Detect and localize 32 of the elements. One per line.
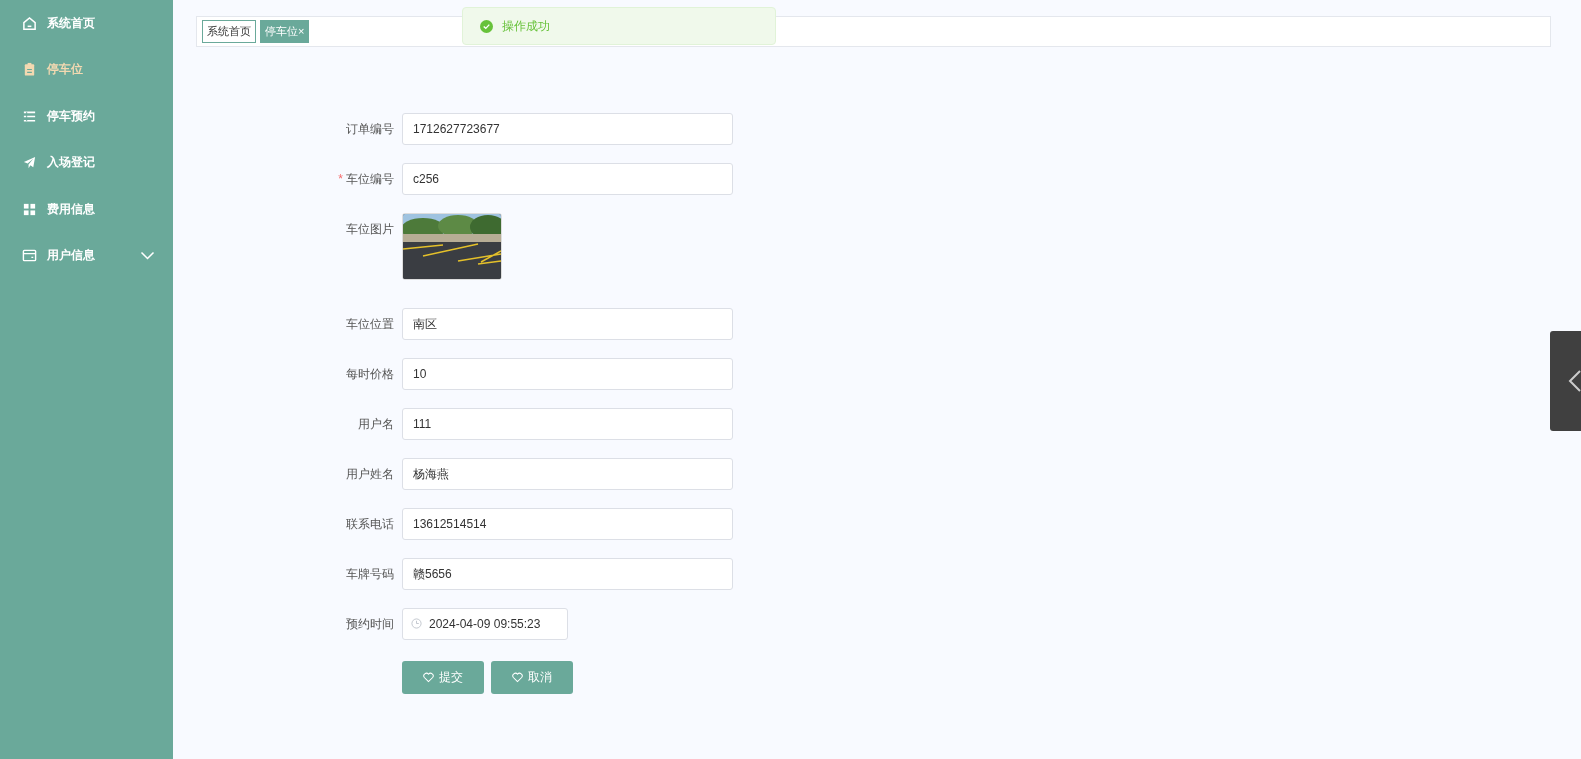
field-label: 用户姓名	[345, 466, 395, 483]
text-field[interactable]: 杨海燕	[402, 458, 733, 490]
check-circle-icon	[480, 19, 493, 33]
text-field[interactable]: 1712627723677	[402, 113, 733, 145]
date-field[interactable]: 2024-04-09 09:55:23	[402, 608, 568, 640]
text-field[interactable]: 13612514514	[402, 508, 733, 540]
chevron-left-icon	[1567, 369, 1581, 393]
field-label: 订单编号	[345, 121, 395, 138]
heart-icon	[423, 672, 434, 683]
heart-icon	[512, 672, 523, 683]
field-label: 用户名	[357, 416, 395, 433]
text-field[interactable]: 10	[402, 358, 733, 390]
tab[interactable]: 系统首页	[202, 20, 256, 43]
home-icon	[22, 15, 37, 31]
text-field[interactable]: 赣5656	[402, 558, 733, 590]
clock-icon	[411, 618, 422, 629]
toast-message: 操作成功	[502, 17, 550, 35]
clipboard-icon	[22, 62, 37, 78]
field-label: 联系电话	[345, 516, 395, 533]
field-label: 车位位置	[345, 316, 395, 333]
side-panel-handle[interactable]	[1550, 331, 1581, 431]
text-field[interactable]: 南区	[402, 308, 733, 340]
field-label: 预约时间	[345, 616, 395, 633]
wallet-icon	[22, 248, 37, 264]
text-field[interactable]: c256	[402, 163, 733, 195]
field-label: 车位图片	[345, 221, 395, 238]
text-field[interactable]: 111	[402, 408, 733, 440]
grid-icon	[22, 201, 37, 217]
field-label: 车牌号码	[345, 566, 395, 583]
list-icon	[22, 108, 37, 124]
field-label: * 车位编号	[337, 171, 395, 188]
field-label: 每时价格	[345, 366, 395, 383]
